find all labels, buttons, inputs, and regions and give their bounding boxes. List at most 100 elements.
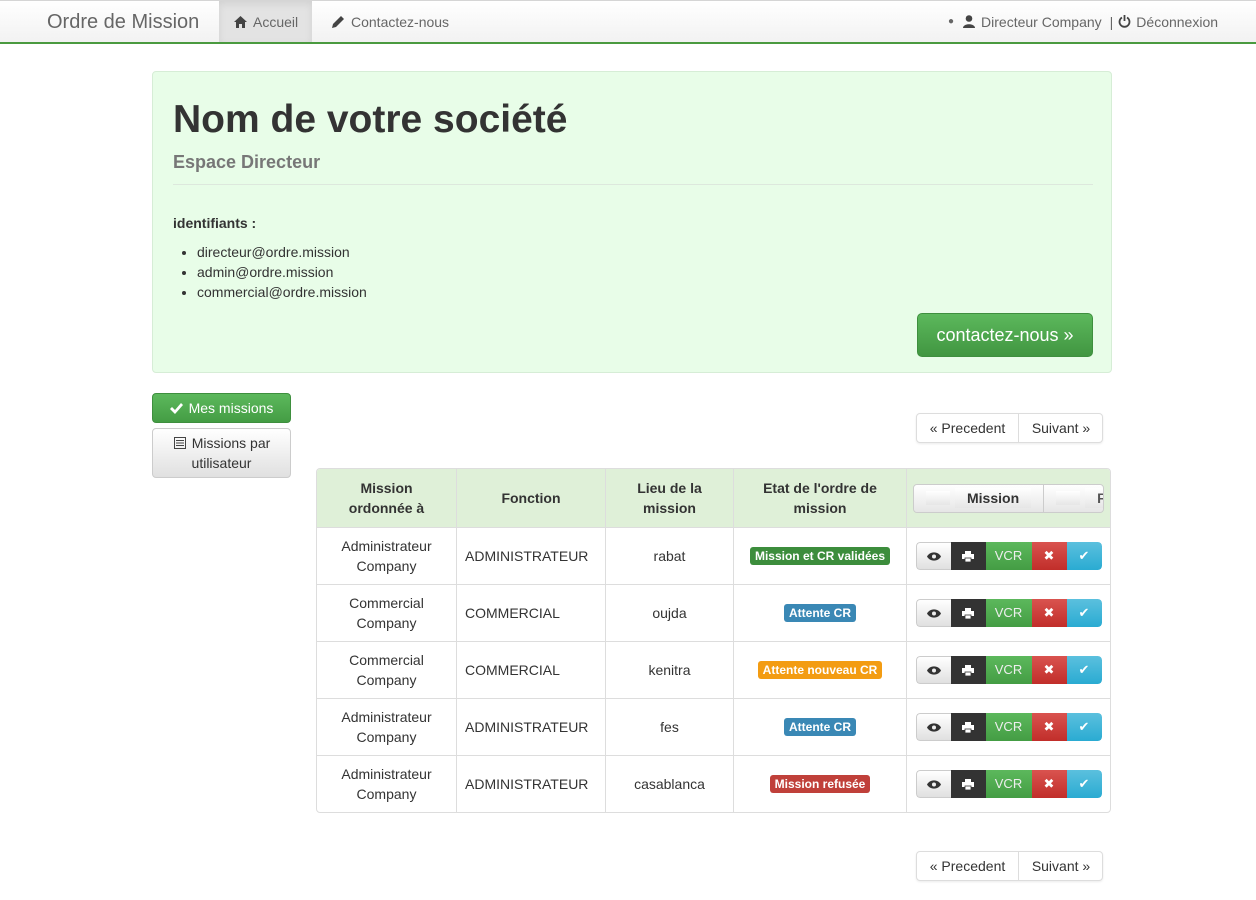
cell-state: Attente CR <box>734 699 907 755</box>
view-button[interactable] <box>915 713 951 741</box>
view-button[interactable] <box>915 770 951 798</box>
reject-button[interactable]: ✖ <box>1031 656 1067 684</box>
page-title: Nom de votre société <box>173 98 568 141</box>
reject-button[interactable]: ✖ <box>1031 770 1067 798</box>
cell-function: ADMINISTRATEUR <box>457 528 606 584</box>
status-badge: Attente CR <box>784 718 856 736</box>
cell-actions: VCR ✖ ✔ <box>907 528 1110 584</box>
company-jumbotron: Nom de votre société Espace Directeur id… <box>152 71 1112 373</box>
vcr-button[interactable]: VCR <box>985 770 1032 798</box>
cell-state: Attente nouveau CR <box>734 642 907 698</box>
check-icon: ✔ <box>1078 605 1090 620</box>
nav-user-area: ● Directeur Company | Déconnexion <box>948 1 1218 42</box>
top-navbar: Ordre de Mission Accueil Contactez-nous … <box>0 0 1256 44</box>
cell-place: casablanca <box>606 756 734 812</box>
validate-button[interactable]: ✔ <box>1066 656 1102 684</box>
missions-by-user-button[interactable]: Missions par utilisateur <box>152 428 291 478</box>
header-text: mission <box>793 500 847 516</box>
reject-button[interactable]: ✖ <box>1031 599 1067 627</box>
validate-button[interactable]: ✔ <box>1066 599 1102 627</box>
cell-text: Company <box>356 558 417 574</box>
view-button[interactable] <box>915 542 951 570</box>
validate-button[interactable]: ✔ <box>1066 770 1102 798</box>
filter-label: Filtrer <box>1085 488 1103 508</box>
print-icon <box>962 550 974 562</box>
eye-icon <box>926 551 941 561</box>
check-icon: ✔ <box>1078 719 1090 734</box>
table-row: Commercial Company COMMERCIAL oujda Atten… <box>317 584 1110 641</box>
close-icon: ✖ <box>1043 548 1055 563</box>
cell-ordered-to: Administrateur Company <box>317 699 457 755</box>
eye-icon <box>926 722 941 732</box>
row-action-group: VCR ✖ ✔ <box>915 770 1102 798</box>
nav-contact[interactable]: Contactez-nous <box>331 1 449 42</box>
reject-button[interactable]: ✖ <box>1031 542 1067 570</box>
vcr-button[interactable]: VCR <box>985 542 1032 570</box>
header-text: ordonnée à <box>348 500 425 516</box>
filter-icon <box>1056 491 1081 505</box>
validate-button[interactable]: ✔ <box>1066 542 1102 570</box>
status-badge: Attente nouveau CR <box>757 661 883 679</box>
table-row: Administrateur Company ADMINISTRATEUR rab… <box>317 527 1110 584</box>
pager-next-button[interactable]: Suivant » <box>1019 852 1103 880</box>
my-missions-button[interactable]: Mes missions <box>152 393 291 423</box>
eye-icon <box>926 779 941 789</box>
identifiant-item: admin@ordre.mission <box>197 262 367 282</box>
cell-actions: VCR ✖ ✔ <box>907 642 1110 698</box>
cell-text: Company <box>356 786 417 802</box>
cell-text: Commercial <box>349 652 424 668</box>
view-button[interactable] <box>915 599 951 627</box>
cell-place: oujda <box>606 585 734 641</box>
print-icon <box>962 778 974 790</box>
cell-function: ADMINISTRATEUR <box>457 756 606 812</box>
print-button[interactable] <box>950 542 986 570</box>
plus-icon <box>926 491 950 505</box>
cell-actions: VCR ✖ ✔ <box>907 699 1110 755</box>
print-button[interactable] <box>950 656 986 684</box>
reject-button[interactable]: ✖ <box>1031 713 1067 741</box>
print-icon <box>962 721 974 733</box>
print-button[interactable] <box>950 713 986 741</box>
nav-home[interactable]: Accueil <box>219 1 313 42</box>
pager-prev-button[interactable]: « Precedent <box>917 852 1019 880</box>
cell-state: Mission refusée <box>734 756 907 812</box>
view-button[interactable] <box>915 656 951 684</box>
cell-function: COMMERCIAL <box>457 642 606 698</box>
print-icon <box>962 664 974 676</box>
nav-user[interactable]: Directeur Company <box>981 14 1102 30</box>
eye-icon <box>926 608 941 618</box>
filter-button[interactable]: Filtrer ▼ <box>1044 484 1103 512</box>
vcr-button[interactable]: VCR <box>985 656 1032 684</box>
bullet-icon: ● <box>948 16 955 27</box>
identifiants-label: identifiants : <box>173 215 257 231</box>
vcr-button[interactable]: VCR <box>985 713 1032 741</box>
cell-place: rabat <box>606 528 734 584</box>
header-text: Mission <box>360 480 413 496</box>
add-mission-button[interactable]: Mission <box>914 484 1045 512</box>
pencil-icon <box>331 15 345 29</box>
cell-state: Attente CR <box>734 585 907 641</box>
vcr-button[interactable]: VCR <box>985 599 1032 627</box>
validate-button[interactable]: ✔ <box>1066 713 1102 741</box>
nav-logout[interactable]: Déconnexion <box>1136 14 1218 30</box>
print-button[interactable] <box>950 770 986 798</box>
pager-next-button[interactable]: Suivant » <box>1019 414 1103 442</box>
eye-icon <box>926 665 941 675</box>
cell-ordered-to: Commercial Company <box>317 642 457 698</box>
header-text: Etat de l'ordre de <box>763 480 877 496</box>
close-icon: ✖ <box>1043 662 1055 677</box>
brand[interactable]: Ordre de Mission <box>47 11 199 34</box>
contact-button[interactable]: contactez-nous » <box>917 313 1093 357</box>
missions-table: Mission ordonnée à Fonction Lieu de la mis… <box>316 468 1111 813</box>
identifiant-item: commercial@ordre.mission <box>197 282 367 302</box>
pager-prev-button[interactable]: « Precedent <box>917 414 1019 442</box>
list-icon <box>173 436 187 450</box>
add-mission-label: Mission <box>955 488 1032 508</box>
header-actions: Mission Filtrer ▼ <box>907 469 1110 527</box>
print-icon <box>962 607 974 619</box>
status-badge: Mission et CR validées <box>749 547 891 565</box>
cell-text: Company <box>356 672 417 688</box>
pager-bottom: « Precedent Suivant » <box>916 851 1103 881</box>
cell-ordered-to: Administrateur Company <box>317 528 457 584</box>
print-button[interactable] <box>950 599 986 627</box>
